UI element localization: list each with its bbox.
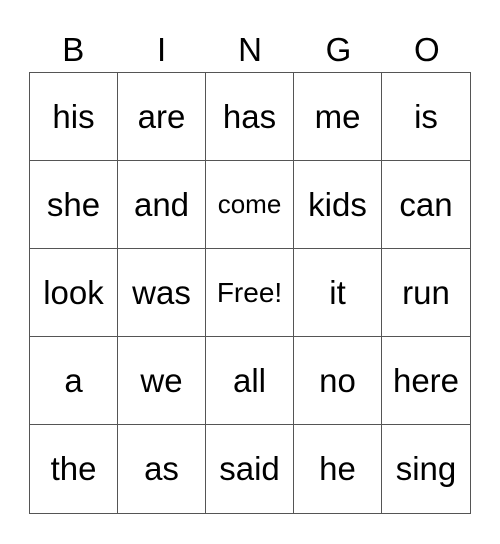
bingo-cell[interactable]: he bbox=[294, 425, 382, 513]
bingo-cell[interactable]: kids bbox=[294, 161, 382, 249]
bingo-cell[interactable]: here bbox=[382, 337, 470, 425]
bingo-cell[interactable]: as bbox=[118, 425, 206, 513]
bingo-cell[interactable]: and bbox=[118, 161, 206, 249]
bingo-cell[interactable]: come bbox=[206, 161, 294, 249]
bingo-cell[interactable]: can bbox=[382, 161, 470, 249]
free-space-cell[interactable]: Free! bbox=[206, 249, 294, 337]
header-letter-o: O bbox=[413, 31, 440, 68]
header-letter-i: I bbox=[157, 31, 167, 68]
header-letter-g: G bbox=[325, 31, 352, 68]
bingo-cell[interactable]: no bbox=[294, 337, 382, 425]
bingo-cell[interactable]: the bbox=[30, 425, 118, 513]
bingo-cell[interactable]: she bbox=[30, 161, 118, 249]
bingo-cell[interactable]: his bbox=[30, 73, 118, 161]
bingo-cell[interactable]: run bbox=[382, 249, 470, 337]
bingo-cell[interactable]: are bbox=[118, 73, 206, 161]
bingo-cell[interactable]: it bbox=[294, 249, 382, 337]
bingo-cell[interactable]: has bbox=[206, 73, 294, 161]
bingo-cell[interactable]: all bbox=[206, 337, 294, 425]
bingo-grid: his are has me is she and come kids can … bbox=[29, 72, 471, 514]
header-letter-n: N bbox=[238, 31, 262, 68]
bingo-cell[interactable]: sing bbox=[382, 425, 470, 513]
bingo-cell[interactable]: look bbox=[30, 249, 118, 337]
bingo-cell[interactable]: is bbox=[382, 73, 470, 161]
bingo-cell[interactable]: was bbox=[118, 249, 206, 337]
header-letter-b: B bbox=[62, 31, 85, 68]
bingo-cell[interactable]: me bbox=[294, 73, 382, 161]
bingo-cell[interactable]: said bbox=[206, 425, 294, 513]
bingo-cell[interactable]: a bbox=[30, 337, 118, 425]
bingo-header: B I N G O bbox=[29, 28, 471, 72]
bingo-cell[interactable]: we bbox=[118, 337, 206, 425]
